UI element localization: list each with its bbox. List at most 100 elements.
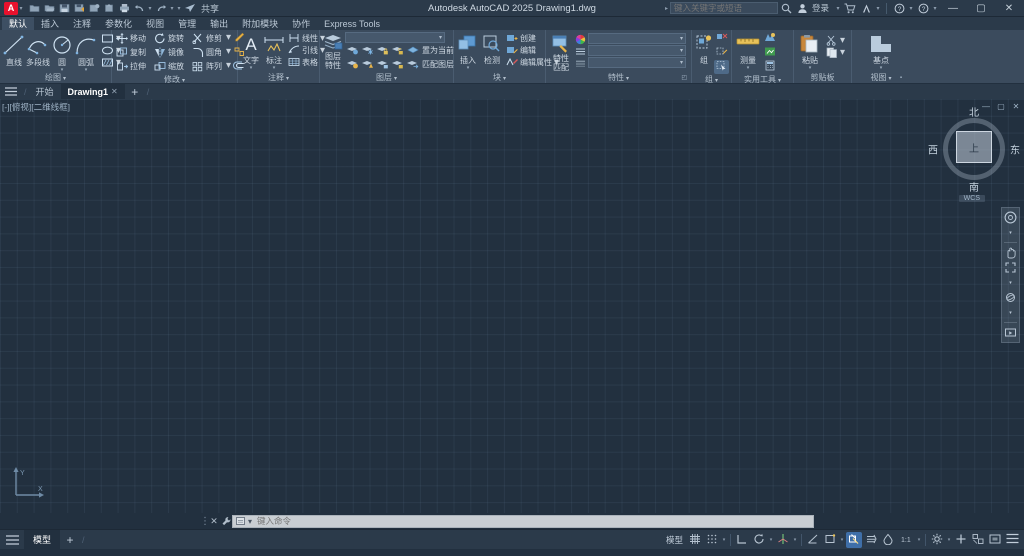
snap-mode-toggle[interactable] bbox=[704, 532, 720, 548]
open-from-web-icon[interactable] bbox=[102, 1, 116, 15]
user-account-icon[interactable] bbox=[796, 1, 810, 15]
save-as-icon[interactable] bbox=[72, 1, 86, 15]
panel-layers-caret-icon[interactable]: ▾ bbox=[394, 76, 397, 82]
ribbon-tab-collaborate[interactable]: 协作 bbox=[285, 17, 317, 30]
layer-thaw-button[interactable] bbox=[360, 58, 375, 72]
sign-in-label[interactable]: 登录 bbox=[812, 2, 829, 14]
cut-caret-icon[interactable]: ▾ bbox=[840, 35, 845, 46]
line-button[interactable]: 直线 bbox=[2, 32, 26, 68]
open-file-icon[interactable] bbox=[42, 1, 56, 15]
panel-group-caret-icon[interactable]: ▾ bbox=[715, 78, 718, 84]
polar-caret-icon[interactable]: ▾ bbox=[768, 537, 774, 543]
ribbon-tab-addins[interactable]: 附加模块 bbox=[235, 17, 285, 30]
group-select-button[interactable] bbox=[714, 60, 729, 74]
clean-screen-button[interactable] bbox=[987, 532, 1003, 548]
polyline-button[interactable]: 多段线 bbox=[26, 32, 50, 68]
layout-menu-button[interactable] bbox=[0, 534, 24, 545]
minimize-button[interactable]: — bbox=[940, 0, 966, 17]
command-line-close-icon[interactable]: ✕ bbox=[208, 515, 220, 527]
layer-properties-button[interactable]: 图层 特性 bbox=[322, 32, 344, 70]
grid-display-toggle[interactable] bbox=[687, 532, 703, 548]
panel-properties-dialog-launcher[interactable]: ◰ bbox=[681, 73, 687, 84]
panel-utilities-caret-icon[interactable]: ▾ bbox=[778, 78, 781, 84]
layer-unlock2-button[interactable] bbox=[375, 58, 390, 72]
match-layer-button[interactable]: 匹配图层 bbox=[420, 58, 456, 70]
stretch-button[interactable]: 拉伸 bbox=[114, 60, 152, 72]
redo-icon[interactable] bbox=[154, 1, 168, 15]
maximize-button[interactable]: ▢ bbox=[968, 0, 994, 17]
dynamic-ucs-caret-icon[interactable]: ▾ bbox=[839, 537, 845, 543]
layer-dropdown[interactable]: ▾ bbox=[345, 32, 445, 43]
group-edit-button[interactable] bbox=[714, 46, 729, 60]
search-icon[interactable] bbox=[780, 1, 794, 15]
file-tab-start[interactable]: 开始 bbox=[29, 84, 61, 99]
isodraft-toggle[interactable] bbox=[775, 532, 791, 548]
object-snap-tracking-toggle[interactable] bbox=[805, 532, 821, 548]
text-caret-icon[interactable]: ▾ bbox=[250, 66, 253, 71]
viewport-label[interactable]: [-][俯视][二维线框] bbox=[2, 101, 70, 113]
new-layout-button[interactable]: + bbox=[60, 533, 80, 547]
ungroup-button[interactable] bbox=[714, 32, 729, 46]
zoom-extents-icon[interactable] bbox=[1003, 261, 1018, 274]
info-center-icon[interactable]: ? bbox=[916, 1, 930, 15]
compass-south-label[interactable]: 南 bbox=[969, 179, 979, 194]
annotation-scale-caret-icon[interactable]: ▾ bbox=[916, 537, 922, 543]
undo-caret-icon[interactable]: ▾ bbox=[147, 5, 153, 12]
snap-caret-icon[interactable]: ▾ bbox=[721, 537, 727, 543]
layer-off-button[interactable] bbox=[345, 44, 360, 58]
customization-button[interactable] bbox=[953, 532, 969, 548]
qat-overflow-caret-icon[interactable]: ▾ bbox=[176, 5, 182, 12]
layer-lock2-button[interactable] bbox=[390, 58, 405, 72]
ribbon-tab-express-tools[interactable]: Express Tools bbox=[317, 17, 387, 30]
panel-draw-caret-icon[interactable]: ▾ bbox=[63, 76, 66, 82]
command-dropdown-caret-icon[interactable]: ▾ bbox=[248, 517, 252, 526]
lineweight-display-toggle[interactable] bbox=[863, 532, 879, 548]
layer-lock-button[interactable] bbox=[375, 44, 390, 58]
workspace-caret-icon[interactable]: ▾ bbox=[946, 537, 952, 543]
plot-icon[interactable] bbox=[117, 1, 131, 15]
insert-block-button[interactable]: 插入 ▾ bbox=[456, 32, 480, 71]
panel-draw-title[interactable]: 绘图 ▾ bbox=[2, 72, 109, 83]
lineweight-combo[interactable]: ▾ bbox=[588, 57, 686, 68]
object-snap-toggle[interactable] bbox=[846, 531, 862, 548]
command-input-wrap[interactable]: ▾ bbox=[232, 514, 814, 528]
pan-icon[interactable] bbox=[1003, 246, 1018, 259]
transparency-toggle[interactable] bbox=[880, 532, 896, 548]
file-tab-drawing1[interactable]: Drawing1 ✕ bbox=[60, 84, 125, 99]
ribbon-tab-manage[interactable]: 管理 bbox=[171, 17, 203, 30]
redo-caret-icon[interactable]: ▾ bbox=[169, 5, 175, 12]
share-label[interactable]: 共享 bbox=[201, 2, 219, 15]
panel-block-title[interactable]: 块 ▾ bbox=[456, 72, 543, 83]
properties-button[interactable]: 特性 匹配 bbox=[548, 32, 574, 72]
quickcalc-button[interactable] bbox=[762, 32, 777, 46]
apps-caret-icon[interactable]: ▾ bbox=[875, 5, 881, 12]
scale-button[interactable]: 缩放 bbox=[152, 60, 190, 72]
ribbon-tab-view[interactable]: 视图 bbox=[139, 17, 171, 30]
app-menu-caret-icon[interactable]: ▾ bbox=[18, 5, 24, 12]
set-current-layer-button[interactable]: 置为当前 bbox=[420, 44, 456, 56]
close-button[interactable]: ✕ bbox=[996, 0, 1022, 17]
showmotion-icon[interactable] bbox=[1003, 326, 1018, 339]
dimension-button[interactable]: 标注 ▾ bbox=[262, 32, 286, 71]
calculator-button[interactable] bbox=[762, 60, 777, 74]
panel-view-caret-icon[interactable]: ▾ bbox=[888, 76, 891, 82]
group-button[interactable]: 组 bbox=[694, 32, 714, 66]
layout-tab-model[interactable]: 模型 bbox=[24, 529, 61, 550]
arc-button[interactable]: 圆弧 ▾ bbox=[74, 32, 98, 73]
panel-annotation-caret-icon[interactable]: ▾ bbox=[286, 76, 289, 82]
ribbon-tab-insert[interactable]: 插入 bbox=[34, 17, 66, 30]
workspace-switching-button[interactable] bbox=[929, 532, 945, 548]
view-cube[interactable]: 上 北 南 西 东 bbox=[928, 107, 1020, 194]
ribbon-tab-parametric[interactable]: 参数化 bbox=[98, 17, 139, 30]
paste-caret-icon[interactable]: ▾ bbox=[809, 66, 812, 71]
autodesk-apps-icon[interactable] bbox=[859, 1, 873, 15]
command-input[interactable] bbox=[255, 516, 813, 526]
inspect-block-button[interactable]: 检测 bbox=[480, 32, 504, 66]
layer-on-button[interactable] bbox=[345, 58, 360, 72]
search-expand-caret-icon[interactable]: ▸ bbox=[665, 5, 668, 12]
insert-block-caret-icon[interactable]: ▾ bbox=[467, 66, 470, 71]
annotation-scale-button[interactable]: 1:1 bbox=[897, 532, 915, 548]
layer-unlock-button[interactable] bbox=[390, 44, 405, 58]
shopping-cart-icon[interactable] bbox=[843, 1, 857, 15]
measure-button[interactable]: 测量 ▾ bbox=[734, 32, 762, 71]
